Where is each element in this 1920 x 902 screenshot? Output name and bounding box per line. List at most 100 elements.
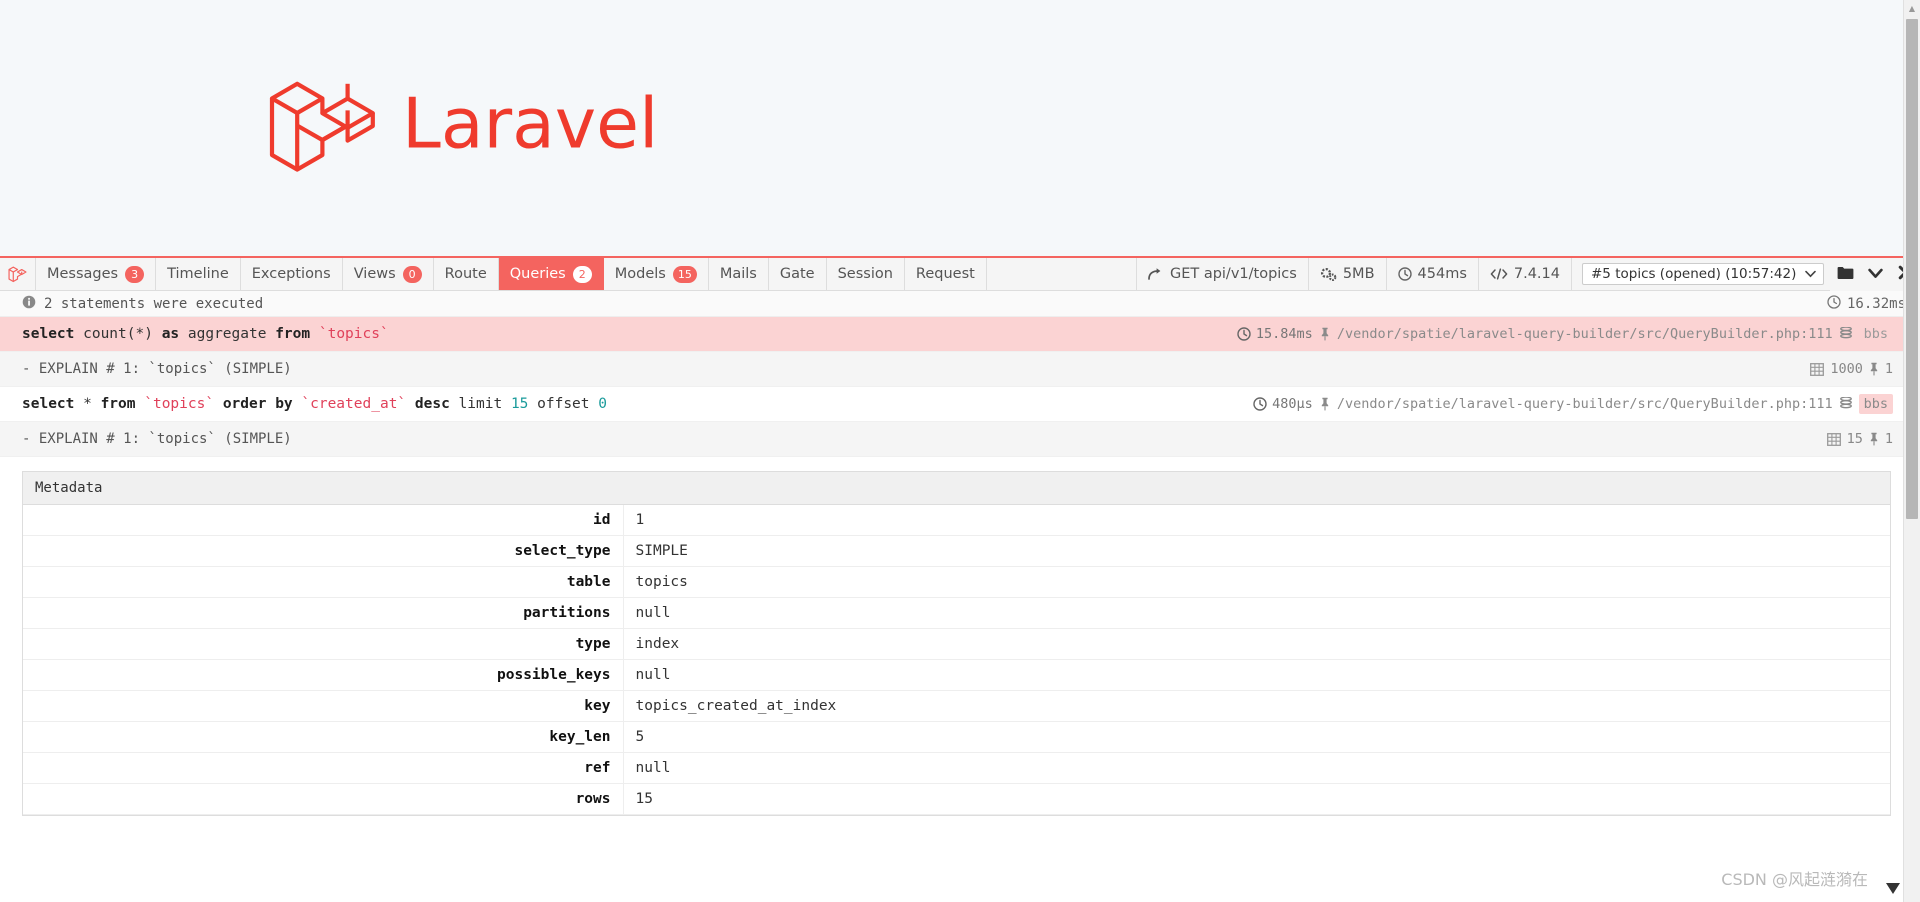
tab-label: Timeline — [167, 266, 229, 282]
query-duration-value: 480µs — [1272, 396, 1313, 412]
explain-pin-count: 1 — [1884, 431, 1893, 447]
info-label: 7.4.14 — [1513, 266, 1560, 282]
metadata-value: null — [635, 760, 671, 776]
tab-badge: 3 — [125, 265, 145, 283]
tab-timeline[interactable]: Timeline — [156, 258, 241, 290]
open-datasets-button[interactable] — [1830, 258, 1860, 291]
query-row[interactable]: select * from `topics` order by `created… — [0, 387, 1903, 422]
metadata-key: partitions — [23, 597, 624, 629]
tab-label: Route — [444, 266, 487, 282]
metadata-key: id — [23, 505, 624, 536]
table-row: ref null — [23, 752, 1890, 784]
statements-count-text: 2 statements were executed — [44, 295, 264, 312]
metadata-key: key_len — [23, 721, 624, 753]
metadata-value: null — [635, 605, 671, 621]
tab-request[interactable]: Request — [904, 258, 987, 290]
metadata-key: table — [23, 566, 624, 598]
explain-label: - EXPLAIN # 1: `topics` (SIMPLE) — [22, 361, 292, 377]
info-icon — [22, 295, 36, 313]
code-icon — [1490, 268, 1508, 280]
query-source-path[interactable]: /vendor/spatie/laravel-query-builder/src… — [1337, 396, 1833, 412]
info-code[interactable]: 7.4.14 — [1478, 258, 1572, 290]
info-clock[interactable]: 454ms — [1386, 258, 1479, 290]
tab-route[interactable]: Route — [433, 258, 499, 290]
table-row: rows 15 — [23, 783, 1890, 815]
metadata-value: 15 — [635, 791, 653, 807]
metadata-value: 5 — [635, 729, 645, 745]
tab-label: Views — [353, 266, 396, 282]
tab-label: Mails — [719, 266, 757, 282]
explain-meta: 1000 1 — [1810, 361, 1893, 377]
database-icon — [1839, 327, 1852, 339]
explain-row[interactable]: - EXPLAIN # 1: `topics` (SIMPLE) 1000 1 — [0, 352, 1903, 387]
info-gears[interactable]: 5MB — [1308, 258, 1387, 290]
page-scrollbar[interactable]: ▲ — [1903, 0, 1920, 902]
clock-icon — [1397, 267, 1412, 281]
info-label: GET api/v1/topics — [1169, 266, 1297, 282]
explain-meta: 15 1 — [1826, 431, 1893, 447]
table-row: partitions null — [23, 597, 1890, 629]
table-row: select_type SIMPLE — [23, 535, 1890, 567]
page-scrollbar-thumb[interactable] — [1906, 19, 1918, 519]
table-row: type index — [23, 628, 1890, 660]
tab-messages[interactable]: Messages 3 — [36, 258, 157, 290]
metadata-value: index — [635, 636, 680, 652]
laravel-debugbar: Messages 3 Timeline Exceptions Views 0 Route Qu… — [0, 256, 1920, 902]
query-connection-badge: bbs — [1858, 394, 1893, 414]
clock-icon — [1253, 397, 1267, 411]
table-row: key topics_created_at_index — [23, 690, 1890, 722]
tab-queries[interactable]: Queries 2 — [498, 258, 604, 290]
metadata-value: topics — [635, 574, 688, 590]
dataset-selector-group: #5 topics (opened) (10:57:42) — [1572, 258, 1830, 290]
metadata-title: Metadata — [23, 472, 1890, 505]
metadata-value: 1 — [635, 512, 645, 528]
dataset-select-box[interactable]: #5 topics (opened) (10:57:42) — [1582, 263, 1824, 285]
scroll-up-arrow-icon[interactable]: ▲ — [1904, 0, 1920, 17]
explain-row[interactable]: - EXPLAIN # 1: `topics` (SIMPLE) 15 1 — [0, 422, 1903, 457]
minimize-button[interactable] — [1860, 258, 1890, 291]
gears-icon-wrap — [1320, 267, 1337, 281]
mouse-cursor — [1886, 883, 1900, 894]
clock-icon — [1827, 294, 1841, 313]
table-row: possible_keys null — [23, 659, 1890, 691]
arrow-redirect-icon-wrap — [1148, 267, 1164, 281]
tab-gate[interactable]: Gate — [768, 258, 827, 290]
metadata-key: select_type — [23, 535, 624, 567]
tab-models[interactable]: Models 15 — [603, 258, 709, 290]
dataset-select[interactable]: #5 topics (opened) (10:57:42) — [1582, 263, 1824, 285]
queries-list: select count(*) as aggregate from `topic… — [0, 317, 1903, 902]
laravel-wordmark: Laravel — [402, 89, 652, 165]
tab-badge: 0 — [402, 265, 422, 283]
tab-badge: 2 — [572, 265, 592, 283]
code-icon-wrap — [1490, 268, 1508, 280]
tab-session[interactable]: Session — [826, 258, 905, 290]
laravel-logo-mark-icon — [269, 81, 375, 172]
tab-views[interactable]: Views 0 — [342, 258, 434, 290]
debugbar-info-items: GET api/v1/topics 5MB 454ms 7.4.14 — [1136, 258, 1572, 290]
metadata-key: type — [23, 628, 624, 660]
chevron-down-icon — [1867, 267, 1883, 283]
info-arrow-redirect[interactable]: GET api/v1/topics — [1136, 258, 1309, 290]
pin-icon — [1870, 432, 1878, 446]
pin-icon — [1321, 327, 1329, 341]
explain-label: - EXPLAIN # 1: `topics` (SIMPLE) — [22, 431, 292, 447]
metadata-table: id 1 select_type SIMPLE table topics partition… — [23, 505, 1890, 815]
query-row[interactable]: select count(*) as aggregate from `topic… — [0, 317, 1903, 352]
tab-label: Models — [614, 266, 666, 282]
metadata-key: ref — [23, 752, 624, 784]
tab-mails[interactable]: Mails — [708, 258, 769, 290]
total-time-value: 16.32ms — [1846, 295, 1906, 312]
debugbar-brand-icon[interactable] — [0, 258, 36, 290]
table-row: key_len 5 — [23, 721, 1890, 753]
query-source-path[interactable]: /vendor/spatie/laravel-query-builder/src… — [1337, 326, 1833, 342]
query-duration-value: 15.84ms — [1255, 326, 1313, 342]
table-row: id 1 — [23, 505, 1890, 536]
tab-badge: 15 — [672, 265, 697, 283]
query-sql: select * from `topics` order by `created… — [22, 396, 607, 412]
header-spacer — [986, 258, 1137, 290]
query-meta: 480µs/vendor/spatie/laravel-query-builde… — [1235, 394, 1893, 414]
pin-icon — [1870, 362, 1878, 376]
tab-exceptions[interactable]: Exceptions — [240, 258, 343, 290]
info-label: 454ms — [1417, 266, 1467, 282]
tab-label: Messages — [47, 266, 119, 282]
